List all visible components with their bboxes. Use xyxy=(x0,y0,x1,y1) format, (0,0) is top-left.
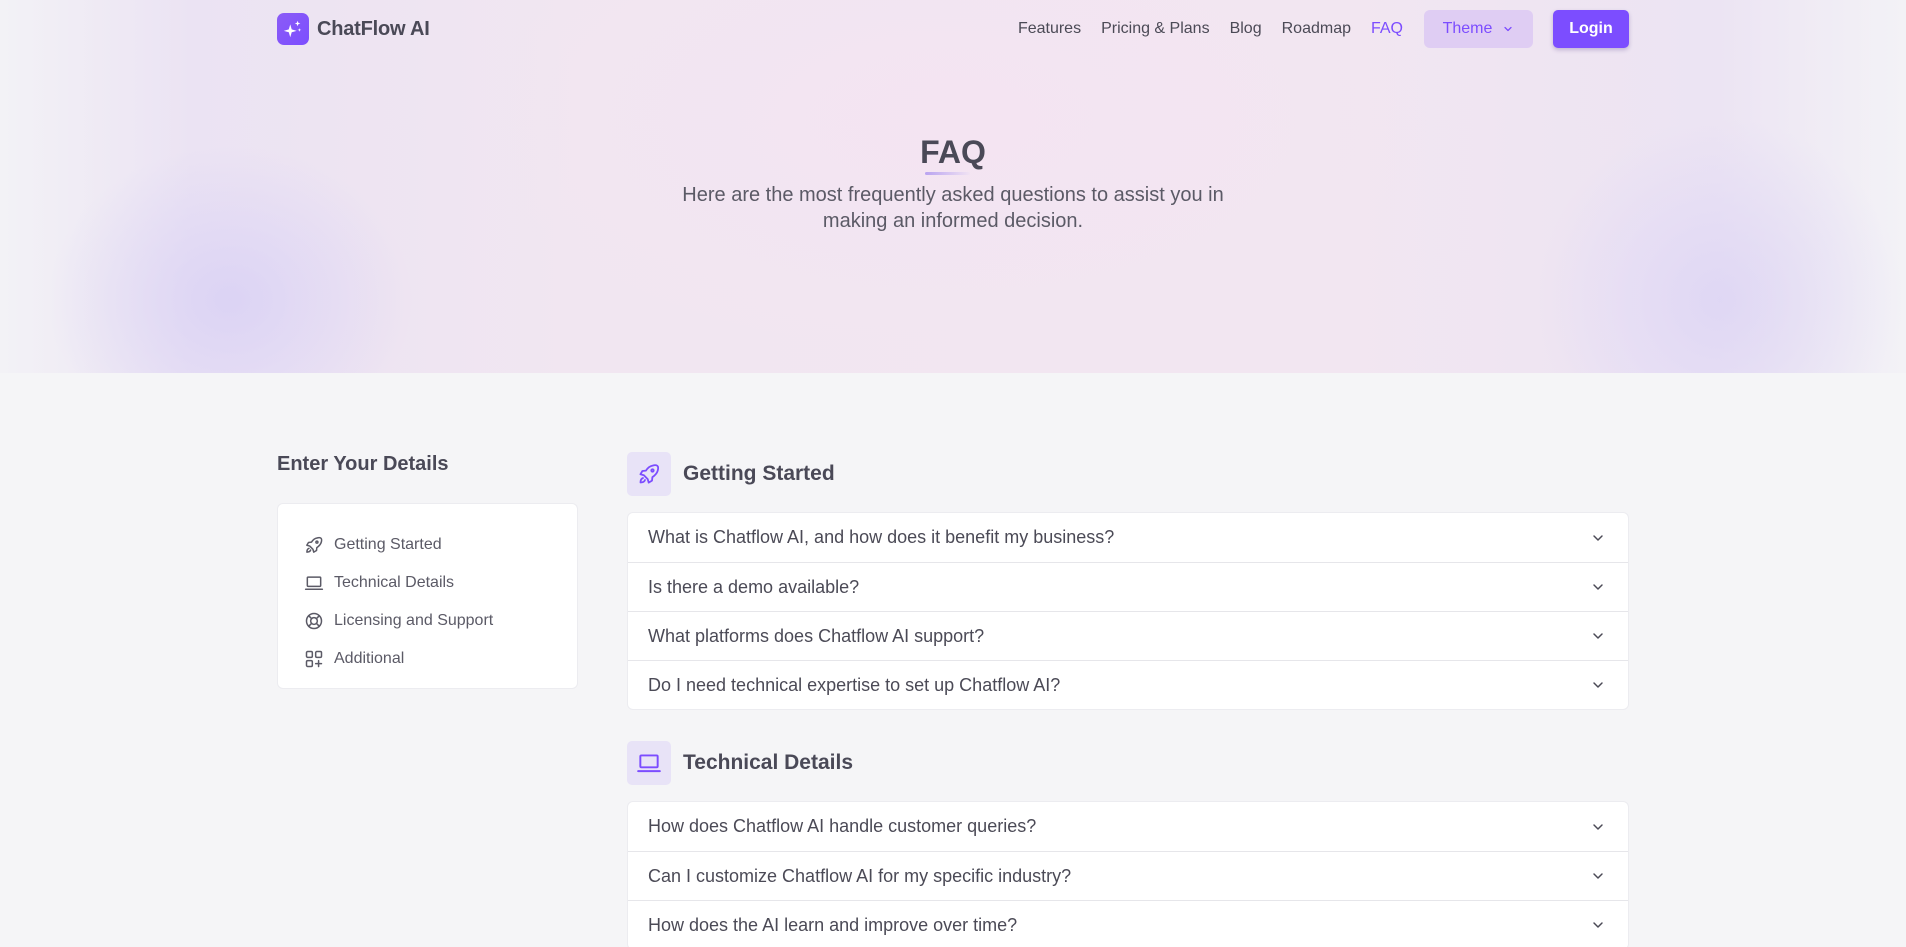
faq-question: How does the AI learn and improve over t… xyxy=(648,914,1018,935)
laptop-icon xyxy=(627,741,671,785)
sidebar-item-additional[interactable]: Additional xyxy=(278,640,577,678)
page-subtitle: Here are the most frequently asked quest… xyxy=(682,184,1224,232)
rocket-icon xyxy=(306,536,323,553)
section-title: Getting Started xyxy=(683,462,835,485)
grid-plus-icon xyxy=(305,650,323,668)
nav-link-pricing[interactable]: Pricing & Plans xyxy=(1101,20,1210,38)
faq-item[interactable]: Do I need technical expertise to set up … xyxy=(628,660,1628,709)
brand[interactable]: ChatFlow AI xyxy=(277,13,430,45)
page-title: FAQ xyxy=(920,134,986,170)
brand-name: ChatFlow AI xyxy=(317,17,430,40)
faq-question: Do I need technical expertise to set up … xyxy=(648,674,1061,695)
laptop-icon xyxy=(304,576,324,590)
theme-dropdown-button[interactable]: Theme xyxy=(1424,10,1533,48)
faq-question: How does Chatflow AI handle customer que… xyxy=(648,816,1037,836)
faq-item[interactable]: How does the AI learn and improve over t… xyxy=(628,900,1628,947)
section-title: Technical Details xyxy=(683,751,854,774)
chevron-down-icon xyxy=(1504,26,1513,32)
section-header-technical-details: Technical Details xyxy=(627,741,853,785)
faq-question: Can I customize Chatflow AI for my speci… xyxy=(648,865,1072,886)
chevron-down-icon xyxy=(1593,823,1603,830)
faq-item[interactable]: Is there a demo available? xyxy=(628,562,1628,611)
chevron-down-icon xyxy=(1593,873,1603,879)
nav-link-faq[interactable]: FAQ xyxy=(1371,20,1403,38)
faq-item[interactable]: What platforms does Chatflow AI support? xyxy=(628,611,1628,660)
nav-link-roadmap[interactable]: Roadmap xyxy=(1282,20,1351,38)
faq-item[interactable]: What is Chatflow AI, and how does it ben… xyxy=(628,513,1628,562)
sidebar-item-label: Getting Started xyxy=(334,536,442,553)
faq-item[interactable]: Can I customize Chatflow AI for my speci… xyxy=(628,851,1628,900)
faq-list-getting-started: What is Chatflow AI, and how does it ben… xyxy=(627,512,1629,710)
nav-link-blog[interactable]: Blog xyxy=(1230,20,1262,38)
nav-link-features[interactable]: Features xyxy=(1018,20,1081,38)
chevron-down-icon xyxy=(1593,534,1603,541)
sidebar-item-label: Additional xyxy=(334,650,405,667)
lifebuoy-icon xyxy=(305,612,323,630)
title-underline xyxy=(925,172,970,175)
faq-list-technical-details: How does Chatflow AI handle customer que… xyxy=(627,801,1629,947)
section-header-getting-started: Getting Started xyxy=(627,452,835,496)
sidebar-item-getting-started[interactable]: Getting Started xyxy=(278,526,577,564)
faq-question: Is there a demo available? xyxy=(648,576,860,597)
sidebar-title: Enter Your Details xyxy=(277,453,449,475)
sidebar-item-technical-details[interactable]: Technical Details xyxy=(278,564,577,602)
faq-question: What is Chatflow AI, and how does it ben… xyxy=(648,527,1115,547)
rocket-icon xyxy=(627,452,671,496)
sidebar-item-licensing-support[interactable]: Licensing and Support xyxy=(278,602,577,640)
login-button[interactable]: Login xyxy=(1553,10,1629,48)
nav-links: Features Pricing & Plans Blog Roadmap FA… xyxy=(998,10,1629,48)
sparkles-icon xyxy=(277,13,309,45)
faq-question: What platforms does Chatflow AI support? xyxy=(648,625,985,646)
sidebar-item-label: Technical Details xyxy=(334,574,455,591)
chevron-down-icon xyxy=(1593,682,1603,688)
faq-item[interactable]: How does Chatflow AI handle customer que… xyxy=(628,802,1628,851)
sidebar-item-label: Licensing and Support xyxy=(334,612,494,629)
top-navigation: ChatFlow AI Features Pricing & Plans Blo… xyxy=(277,10,1629,48)
chevron-down-icon xyxy=(1593,922,1603,928)
chevron-down-icon xyxy=(1593,633,1603,639)
theme-label: Theme xyxy=(1442,20,1493,37)
chevron-down-icon xyxy=(1593,584,1603,590)
sidebar-nav: Getting Started Technical Details Licens… xyxy=(277,503,578,689)
